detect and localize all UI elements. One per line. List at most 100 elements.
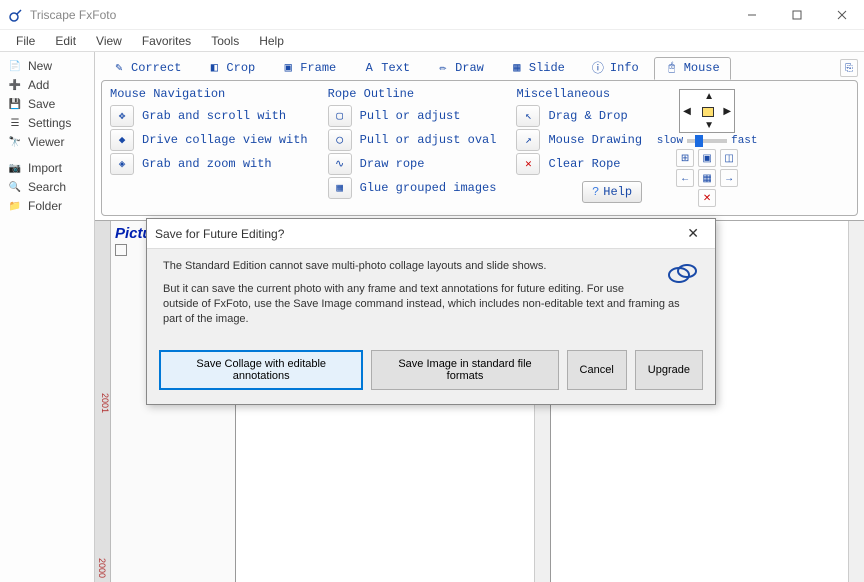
- group-rope: Rope Outline ▢Pull or adjust ◯Pull or ad…: [328, 87, 497, 209]
- settings-button[interactable]: ☰Settings: [2, 114, 92, 132]
- grab-scroll-label: Grab and scroll with: [142, 109, 286, 123]
- dialog-icon: [665, 259, 699, 287]
- nav-pad[interactable]: ▲ ▼ ◀ ▶: [679, 89, 735, 133]
- group-misc-title: Miscellaneous: [516, 87, 642, 101]
- nav-left-button[interactable]: ←: [676, 169, 694, 187]
- nav-pad-center: [702, 107, 714, 117]
- nav-opt2-button[interactable]: ▣: [698, 149, 716, 167]
- save-image-button[interactable]: Save Image in standard file formats: [371, 350, 558, 390]
- arrow-down-icon: ▼: [704, 120, 714, 131]
- dialog-titlebar: Save for Future Editing? ✕: [147, 219, 715, 249]
- menu-edit[interactable]: Edit: [45, 32, 86, 50]
- copy-icon-button[interactable]: ⎘: [840, 59, 858, 77]
- nav-opt1-button[interactable]: ⊞: [676, 149, 694, 167]
- nav-grid-button[interactable]: ▦: [698, 169, 716, 187]
- viewer-button[interactable]: 🔭 Viewer: [2, 133, 92, 151]
- left-toolbar: 📄New ➕Add 💾Save ☰Settings 🔭 Viewer 📷Impor…: [0, 52, 95, 582]
- tab-mouse[interactable]: 🖰Mouse: [654, 57, 731, 80]
- dragdrop-button[interactable]: ↖: [516, 105, 540, 127]
- pull-adjust-button[interactable]: ▢: [328, 105, 352, 127]
- titlebar: Triscape FxFoto: [0, 0, 864, 30]
- help-button[interactable]: ?Help: [582, 181, 642, 203]
- mouse-drawing-label: Mouse Drawing: [548, 133, 642, 147]
- folder-label: Folder: [28, 199, 62, 213]
- close-button[interactable]: [819, 0, 864, 30]
- scrollbar-right[interactable]: [848, 221, 864, 582]
- arrow-right-icon: ▶: [723, 106, 731, 117]
- tab-crop[interactable]: ◧Crop: [196, 57, 266, 80]
- correct-icon: ✎: [112, 61, 126, 75]
- tab-row: ✎Correct ◧Crop ▣Frame AText ✏Draw ▦Slide…: [95, 52, 864, 80]
- slow-label: slow: [657, 135, 683, 147]
- text-icon: A: [362, 61, 376, 75]
- save-icon: 💾: [6, 97, 24, 111]
- nav-right-button[interactable]: →: [720, 169, 738, 187]
- save-dialog: Save for Future Editing? ✕ The Standard …: [146, 218, 716, 405]
- pull-adjust-label: Pull or adjust: [360, 109, 461, 123]
- grab-scroll-button[interactable]: ✥: [110, 105, 134, 127]
- settings-icon: ☰: [6, 116, 24, 130]
- menu-help[interactable]: Help: [249, 32, 294, 50]
- dragdrop-label: Drag & Drop: [548, 109, 627, 123]
- maximize-button[interactable]: [774, 0, 819, 30]
- clear-rope-button[interactable]: ✕: [516, 153, 540, 175]
- draw-icon: ✏: [436, 61, 450, 75]
- glue-label: Glue grouped images: [360, 181, 497, 195]
- tab-slide[interactable]: ▦Slide: [499, 57, 576, 80]
- folder-button[interactable]: 📁Folder: [2, 197, 92, 215]
- menu-tools[interactable]: Tools: [201, 32, 249, 50]
- info-icon: ⓘ: [591, 61, 605, 75]
- minimize-button[interactable]: [729, 0, 774, 30]
- mouse-panel: Mouse Navigation ✥ Grab and scroll with ◆…: [101, 80, 858, 216]
- new-button[interactable]: 📄New: [2, 57, 92, 75]
- menu-view[interactable]: View: [86, 32, 132, 50]
- dialog-text-2: But it can save the current photo with a…: [163, 282, 699, 327]
- fast-label: fast: [731, 135, 757, 147]
- group-navigation-title: Mouse Navigation: [110, 87, 308, 101]
- glue-button[interactable]: ▦: [328, 177, 352, 199]
- clear-rope-label: Clear Rope: [548, 157, 620, 171]
- tab-correct[interactable]: ✎Correct: [101, 57, 192, 80]
- menu-favorites[interactable]: Favorites: [132, 32, 201, 50]
- add-label: Add: [28, 78, 49, 92]
- pull-oval-button[interactable]: ◯: [328, 129, 352, 151]
- pictures-checkbox[interactable]: [115, 244, 127, 256]
- grab-zoom-button[interactable]: ◈: [110, 153, 134, 175]
- app-icon: [8, 7, 24, 23]
- tab-draw[interactable]: ✏Draw: [425, 57, 495, 80]
- year-bar[interactable]: 2001: [95, 221, 111, 582]
- save-collage-button[interactable]: Save Collage with editable annotations: [159, 350, 363, 390]
- slide-icon: ▦: [510, 61, 524, 75]
- nav-x-button[interactable]: ✕: [698, 189, 716, 207]
- tab-info[interactable]: ⓘInfo: [580, 57, 650, 80]
- viewer-label: Viewer: [28, 135, 64, 149]
- import-button[interactable]: 📷Import: [2, 159, 92, 177]
- dialog-body: The Standard Edition cannot save multi-p…: [147, 249, 715, 344]
- add-button[interactable]: ➕Add: [2, 76, 92, 94]
- mouse-drawing-button[interactable]: ↗: [516, 129, 540, 151]
- dialog-title: Save for Future Editing?: [155, 227, 284, 241]
- save-button[interactable]: 💾Save: [2, 95, 92, 113]
- draw-rope-label: Draw rope: [360, 157, 425, 171]
- tab-frame[interactable]: ▣Frame: [270, 57, 347, 80]
- draw-rope-button[interactable]: ∿: [328, 153, 352, 175]
- cancel-button[interactable]: Cancel: [567, 350, 627, 390]
- upgrade-button[interactable]: Upgrade: [635, 350, 703, 390]
- window-buttons: [729, 0, 864, 30]
- search-icon: 🔍: [6, 180, 24, 194]
- tab-text[interactable]: AText: [351, 57, 421, 80]
- search-button[interactable]: 🔍Search: [2, 178, 92, 196]
- dialog-close-button[interactable]: ✕: [679, 221, 707, 246]
- dialog-text-1: The Standard Edition cannot save multi-p…: [163, 259, 699, 274]
- group-rope-title: Rope Outline: [328, 87, 497, 101]
- import-label: Import: [28, 161, 62, 175]
- drive-collage-button[interactable]: ◆: [110, 129, 134, 151]
- viewer-icon: 🔭: [6, 135, 24, 149]
- speed-slider[interactable]: slow fast: [657, 135, 758, 147]
- menu-file[interactable]: File: [6, 32, 45, 50]
- nav-opt3-button[interactable]: ◫: [720, 149, 738, 167]
- mouse-icon: 🖰: [665, 61, 679, 75]
- arrow-up-icon: ▲: [704, 91, 714, 102]
- new-icon: 📄: [6, 59, 24, 73]
- window-title: Triscape FxFoto: [30, 8, 729, 22]
